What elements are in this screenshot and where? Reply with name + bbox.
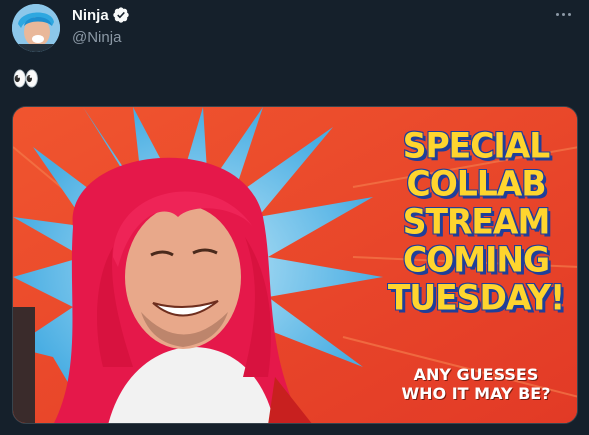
promo-headline: SPECIAL COLLAB STREAM COMING TUESDAY! bbox=[385, 124, 567, 318]
avatar[interactable] bbox=[12, 4, 60, 52]
headline-line: COMING bbox=[402, 238, 551, 280]
more-options-button[interactable] bbox=[551, 4, 575, 24]
subtitle-line: WHO IT MAY BE? bbox=[401, 384, 551, 403]
headline-line: TUESDAY! bbox=[387, 276, 566, 318]
more-dot bbox=[561, 12, 565, 16]
more-horizontal-icon bbox=[555, 12, 559, 16]
headline-line: STREAM bbox=[402, 200, 552, 242]
handle[interactable]: @Ninja bbox=[72, 29, 130, 46]
headline-line: COLLAB bbox=[405, 162, 547, 204]
promo-subtitle: ANY GUESSES WHO IT MAY BE? bbox=[385, 365, 567, 403]
tweet-header: Ninja @Ninja bbox=[72, 5, 130, 46]
tweet-card: Ninja @Ninja 👀 SPECIAL COLLAB STREAM COM… bbox=[0, 0, 589, 435]
display-name[interactable]: Ninja bbox=[72, 7, 109, 24]
more-dot bbox=[567, 12, 571, 16]
subtitle-line: ANY GUESSES bbox=[413, 365, 539, 384]
media-image[interactable]: SPECIAL COLLAB STREAM COMING TUESDAY! AN… bbox=[12, 106, 578, 424]
avatar-photo bbox=[12, 4, 60, 52]
verified-badge-icon bbox=[113, 7, 129, 23]
headline-line: SPECIAL bbox=[402, 124, 552, 166]
tweet-text: 👀 bbox=[12, 66, 40, 91]
name-row: Ninja bbox=[72, 5, 130, 25]
